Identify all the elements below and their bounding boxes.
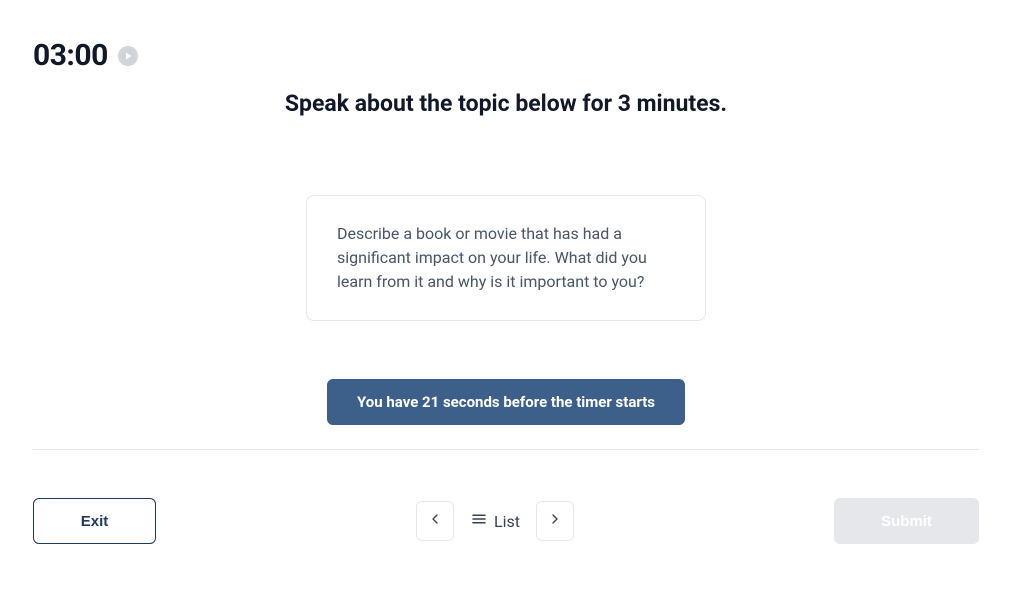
timer-area: 03:00 xyxy=(33,38,138,73)
next-button[interactable] xyxy=(536,501,574,541)
menu-icon xyxy=(470,510,488,532)
chevron-left-icon xyxy=(427,511,443,531)
timer-display: 03:00 xyxy=(33,38,108,73)
submit-button[interactable]: Submit xyxy=(834,498,979,544)
footer: Exit List Submit xyxy=(33,498,979,544)
instruction-text: Speak about the topic below for 3 minute… xyxy=(285,90,727,117)
divider xyxy=(33,449,979,450)
list-label: List xyxy=(494,512,520,531)
prev-button[interactable] xyxy=(416,501,454,541)
pager: List xyxy=(416,501,574,541)
exit-button[interactable]: Exit xyxy=(33,498,156,544)
chevron-right-icon xyxy=(547,511,563,531)
play-icon[interactable] xyxy=(118,46,138,66)
main-content: Speak about the topic below for 3 minute… xyxy=(0,90,1012,425)
countdown-banner: You have 21 seconds before the timer sta… xyxy=(327,379,685,425)
topic-prompt: Describe a book or movie that has had a … xyxy=(337,222,675,294)
topic-card: Describe a book or movie that has had a … xyxy=(306,195,706,321)
list-button[interactable]: List xyxy=(466,510,524,532)
